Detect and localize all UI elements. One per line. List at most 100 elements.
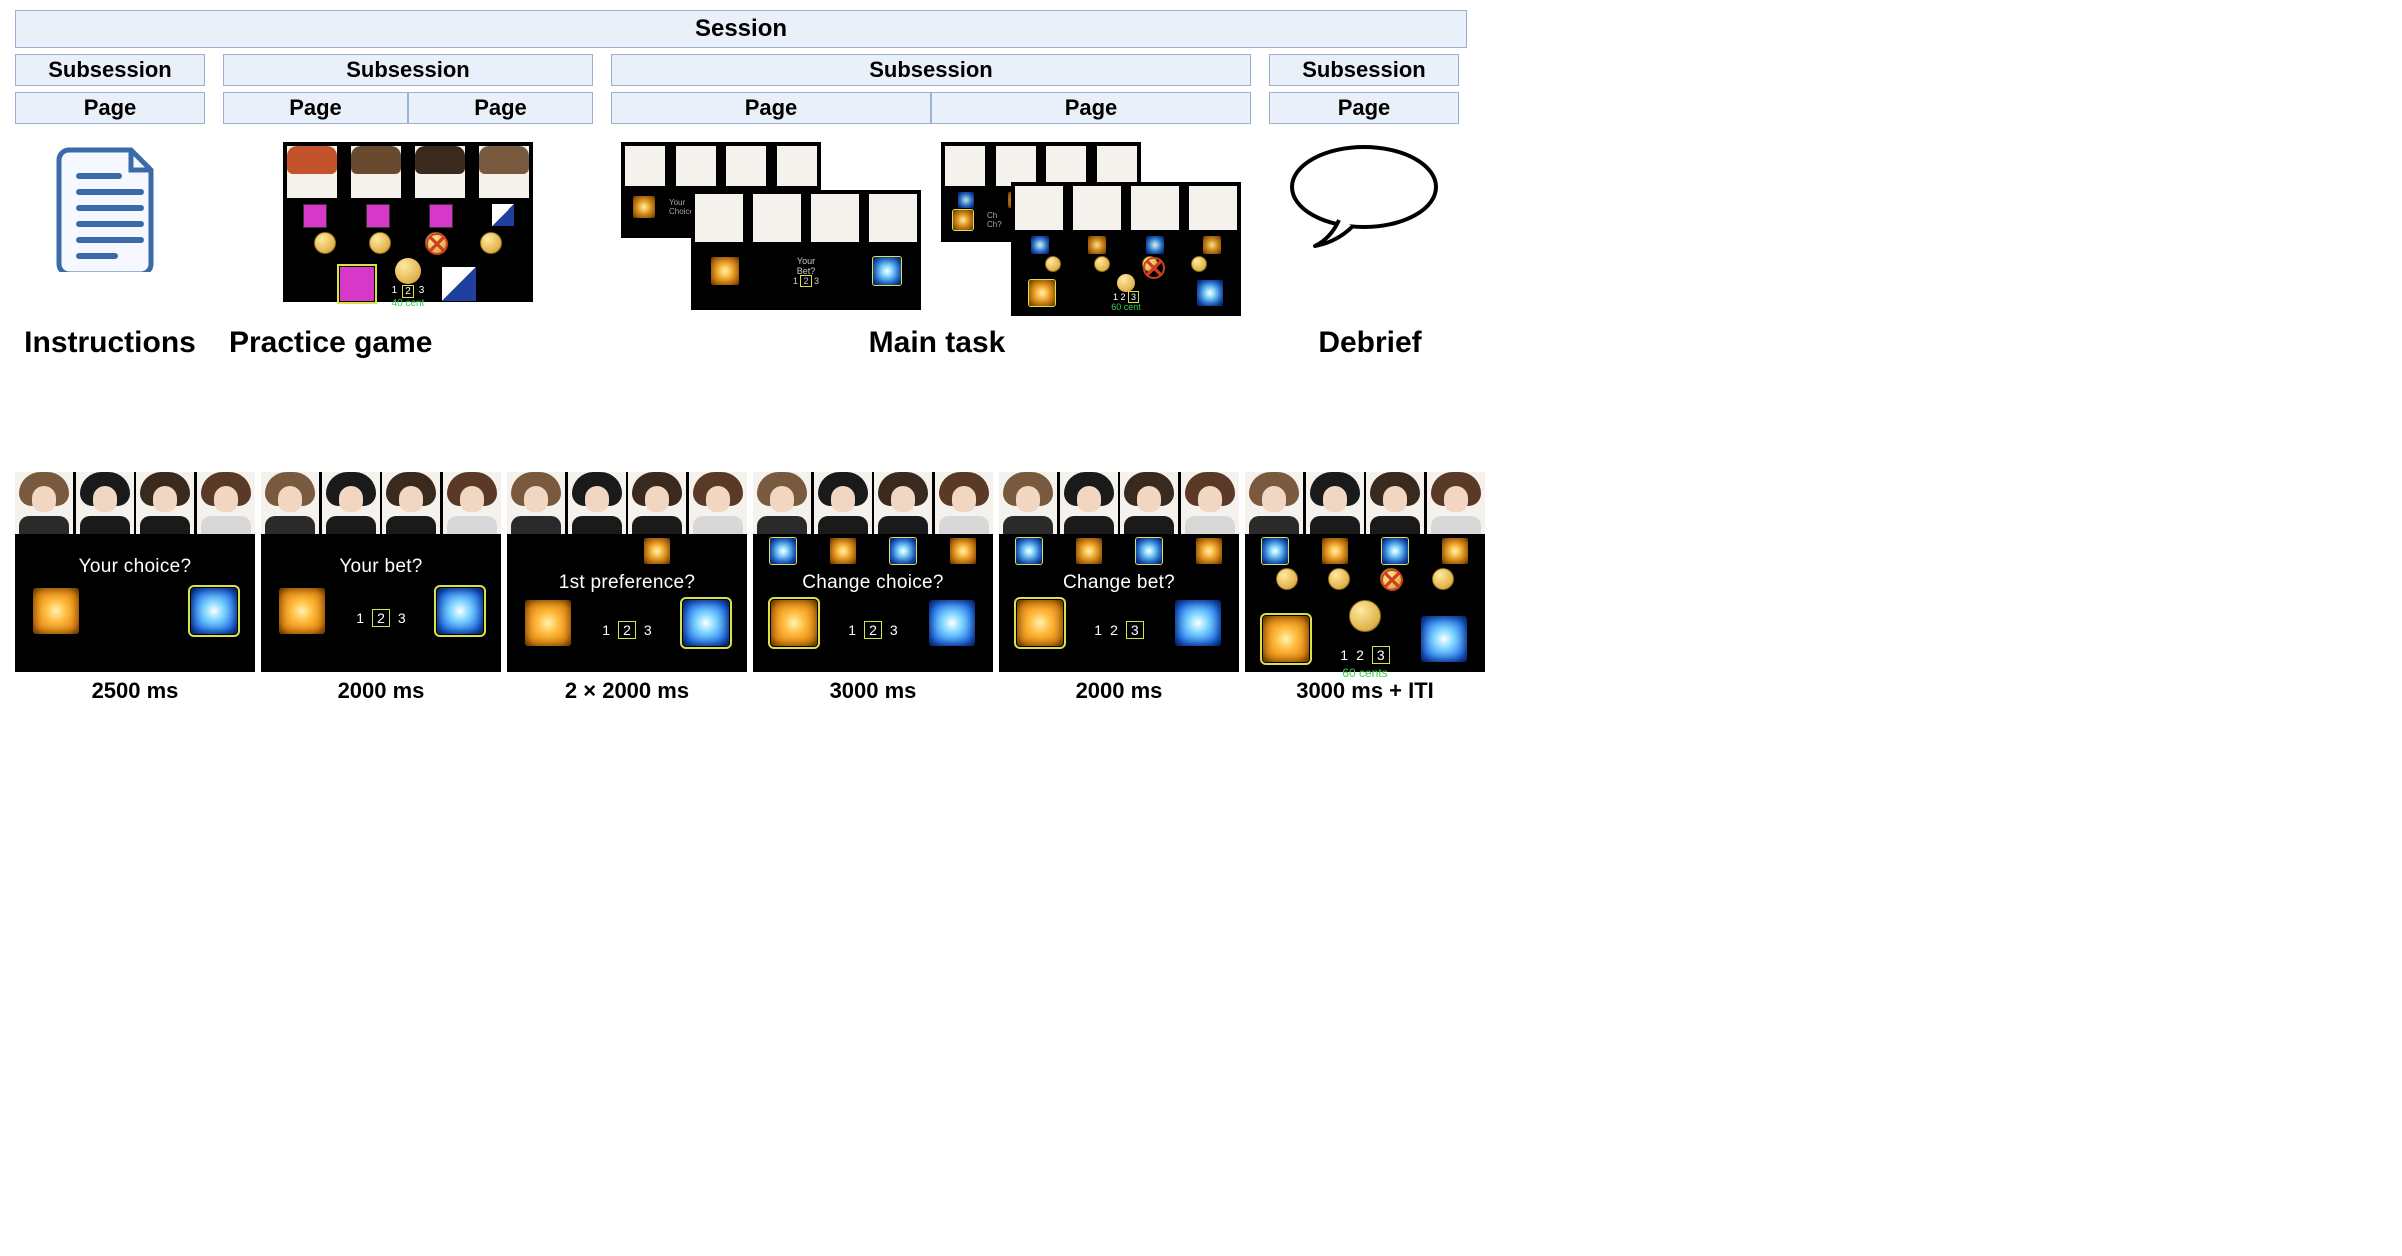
face-avatar [814, 472, 872, 534]
right-stimulus [191, 588, 237, 634]
face-avatar [1120, 472, 1178, 534]
page-box-2a: Page [223, 92, 408, 124]
prompt-text: Your bet? [261, 556, 501, 578]
face-avatar [322, 472, 380, 534]
face-avatar [136, 472, 194, 534]
bet-number: 2 [1356, 647, 1364, 663]
prompt-text: Your choice? [15, 556, 255, 578]
left-stimulus [33, 588, 79, 634]
mini-stim [830, 538, 856, 564]
mini-stim [770, 538, 796, 564]
page-box-3b: Page [931, 92, 1251, 124]
bet-number: 1 [602, 622, 610, 638]
trial-screen: Change choice?123 [753, 472, 993, 672]
practice-screen: 123 40 cent [283, 142, 533, 302]
subsession-box-4: Subsession [1269, 54, 1459, 86]
bet-number: 3 [398, 610, 406, 626]
icon-row: 123 40 cent Your Choice? YourBet?1 2 [15, 142, 1485, 312]
right-stimulus [929, 600, 975, 646]
right-stimulus [1421, 616, 1467, 662]
label-main: Main task [617, 326, 1257, 360]
mini-stim [1136, 538, 1162, 564]
timing-caption: 3000 ms + ITI [1245, 678, 1485, 704]
face-avatar [874, 472, 932, 534]
coin-icon [1380, 568, 1402, 590]
mini-stim [704, 538, 730, 564]
mini-stim [1196, 538, 1222, 564]
left-stimulus [279, 588, 325, 634]
face-avatar [261, 472, 319, 534]
face-avatar [197, 472, 255, 534]
bet-number: 3 [1372, 646, 1390, 664]
trial-screen: 1st preference? 123 [507, 472, 747, 672]
trial-screen: 12360 cents [1245, 472, 1485, 672]
face-avatar [1427, 472, 1485, 534]
trial-screen: Your choice? [15, 472, 255, 672]
bet-number: 3 [1126, 621, 1144, 639]
mini-stim [1322, 538, 1348, 564]
mini-stim [1262, 538, 1288, 564]
face-avatar [689, 472, 747, 534]
mini-stim [890, 538, 916, 564]
stage-labels: Instructions Practice game Main task Deb… [15, 326, 1485, 360]
face-avatar [568, 472, 626, 534]
timing-caption: 2000 ms [261, 678, 501, 704]
bet-number: 3 [890, 622, 898, 638]
prompt-text: 1st preference? [507, 572, 747, 594]
left-stimulus [771, 600, 817, 646]
bet-number: 1 [1094, 622, 1102, 638]
subsession-row: Subsession Subsession Subsession Subsess… [15, 54, 1485, 86]
face-avatar [1060, 472, 1118, 534]
mini-stim [584, 538, 610, 564]
face-avatar [507, 472, 565, 534]
practice-cents: 40 cent [392, 298, 425, 309]
reward-coin-icon [1349, 600, 1381, 632]
face-avatar [15, 472, 73, 534]
right-stimulus [1175, 600, 1221, 646]
trial-panel-0: Your choice? 2500 ms [15, 472, 255, 704]
trial-screen: Change bet?123 [999, 472, 1239, 672]
document-icon [55, 142, 165, 272]
coin-icon [1276, 568, 1298, 590]
face-avatar [628, 472, 686, 534]
mini-stim [644, 538, 670, 564]
bet-number: 1 [848, 622, 856, 638]
face-avatar [443, 472, 501, 534]
bet-number: 2 [372, 609, 390, 627]
subsession-box-1: Subsession [15, 54, 205, 86]
label-practice: Practice game [223, 326, 599, 360]
subsession-box-2: Subsession [223, 54, 593, 86]
page-box-3a: Page [611, 92, 931, 124]
trial-sequence: Your choice?2500 msYour bet?1232000 ms1s… [15, 472, 1485, 704]
face-avatar [935, 472, 993, 534]
face-avatar [753, 472, 811, 534]
face-avatar [1366, 472, 1424, 534]
main-task-stack-b: Ch Ch? 1 2 3 60 cent [941, 142, 1241, 312]
page-box-4: Page [1269, 92, 1459, 124]
page-box-1: Page [15, 92, 205, 124]
left-stimulus [1263, 616, 1309, 662]
left-stimulus [1017, 600, 1063, 646]
bet-number: 3 [644, 622, 652, 638]
speech-bubble-icon [1284, 142, 1444, 252]
label-debrief: Debrief [1275, 326, 1465, 360]
trial-screen: Your bet?123 [261, 472, 501, 672]
face-avatar [76, 472, 134, 534]
mini-stim [1382, 538, 1408, 564]
right-stimulus [437, 588, 483, 634]
face-avatar [1181, 472, 1239, 534]
face-avatar [382, 472, 440, 534]
prompt-text: Change choice? [753, 572, 993, 594]
timing-caption: 2500 ms [15, 678, 255, 704]
page-box-2b: Page [408, 92, 593, 124]
bet-number: 2 [618, 621, 636, 639]
mini-stim [950, 538, 976, 564]
coin-icon [1328, 568, 1350, 590]
trial-panel-3: Change choice?1233000 ms [753, 472, 993, 704]
main-task-stack-a: Your Choice? YourBet?1 2 3 [621, 142, 921, 312]
trial-panel-1: Your bet?123 2000 ms [261, 472, 501, 704]
trial-panel-4: Change bet?1232000 ms [999, 472, 1239, 704]
session-bar: Session [15, 10, 1467, 48]
face-avatar [999, 472, 1057, 534]
mini-stim [524, 538, 550, 564]
